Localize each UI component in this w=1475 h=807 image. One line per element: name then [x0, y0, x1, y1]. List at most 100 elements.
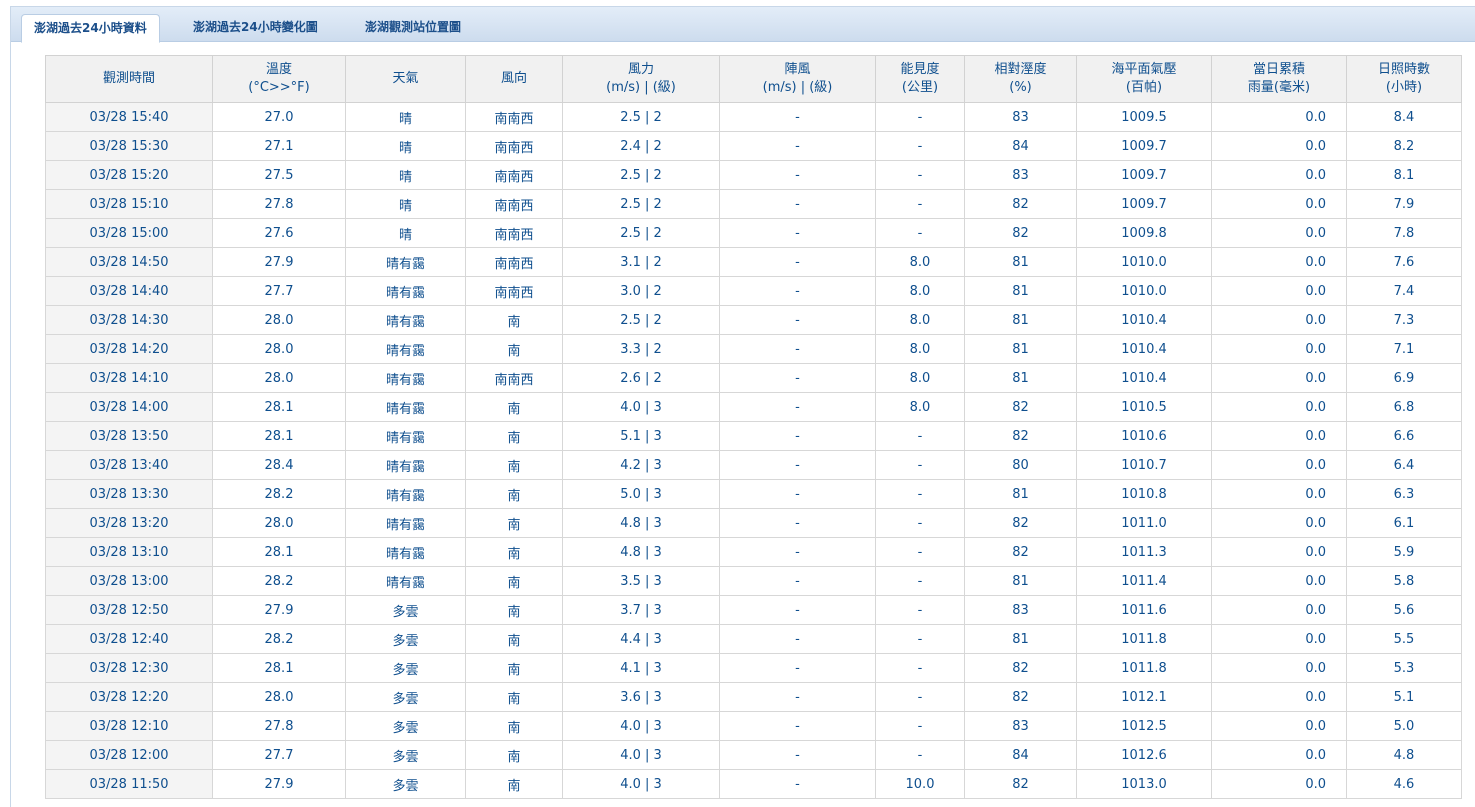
- cell-wind-direction: 南南西: [465, 247, 563, 277]
- cell-gust: -: [719, 740, 876, 770]
- cell-wind-direction: 南: [465, 566, 563, 596]
- cell-time: 03/28 15:40: [45, 102, 213, 132]
- cell-wind-force: 3.7 | 3: [562, 595, 720, 625]
- cell-rainfall: 0.0: [1211, 363, 1347, 393]
- cell-pressure: 1010.8: [1076, 479, 1212, 509]
- tab-past-24h-chart[interactable]: 澎湖過去24小時變化圖: [193, 14, 318, 41]
- cell-gust: -: [719, 247, 876, 277]
- cell-pressure: 1010.0: [1076, 276, 1212, 306]
- cell-wind-force: 4.0 | 3: [562, 769, 720, 799]
- cell-pressure: 1012.6: [1076, 740, 1212, 770]
- cell-weather: 晴: [345, 160, 466, 190]
- cell-humidity: 84: [964, 131, 1077, 161]
- column-header-weather: 天氣: [345, 55, 466, 103]
- cell-wind-force: 2.5 | 2: [562, 102, 720, 132]
- cell-sunshine: 6.8: [1346, 392, 1462, 422]
- cell-humidity: 81: [964, 363, 1077, 393]
- column-header-temperature[interactable]: 溫度 (°C>>°F): [212, 55, 346, 103]
- column-header-label: 相對溼度: [994, 62, 1047, 77]
- tab-past-24h-data[interactable]: 澎湖過去24小時資料: [21, 14, 160, 43]
- cell-weather: 多雲: [345, 653, 466, 683]
- cell-wind-force: 2.5 | 2: [562, 160, 720, 190]
- cell-temperature: 28.1: [212, 421, 346, 451]
- cell-time: 03/28 11:50: [45, 769, 213, 799]
- cell-pressure: 1010.4: [1076, 334, 1212, 364]
- cell-temperature: 28.2: [212, 566, 346, 596]
- column-header-unit: (m/s) | (級): [762, 80, 833, 95]
- table-row: 03/28 13:10 28.1 晴有靄南 4.8 | 3- -82 1011.3 0.0 5…: [45, 537, 1462, 567]
- cell-temperature: 28.0: [212, 682, 346, 712]
- cell-sunshine: 6.3: [1346, 479, 1462, 509]
- cell-wind-direction: 南南西: [465, 160, 563, 190]
- cell-wind-force: 2.4 | 2: [562, 131, 720, 161]
- cell-pressure: 1009.8: [1076, 218, 1212, 248]
- cell-wind-force: 4.2 | 3: [562, 450, 720, 480]
- cell-pressure: 1011.8: [1076, 653, 1212, 683]
- cell-sunshine: 7.8: [1346, 218, 1462, 248]
- cell-temperature: 27.6: [212, 218, 346, 248]
- cell-pressure: 1012.1: [1076, 682, 1212, 712]
- cell-wind-direction: 南: [465, 769, 563, 799]
- cell-time: 03/28 14:30: [45, 305, 213, 335]
- cell-time: 03/28 14:10: [45, 363, 213, 393]
- cell-visibility: -: [875, 508, 965, 538]
- cell-rainfall: 0.0: [1211, 392, 1347, 422]
- cell-weather: 晴有靄: [345, 247, 466, 277]
- table-row: 03/28 12:40 28.2 多雲南 4.4 | 3- -81 1011.8 0.0 5.…: [45, 624, 1462, 654]
- column-header-label: 天氣: [392, 71, 419, 86]
- column-header-gust: 陣風 (m/s) | (級): [719, 55, 876, 103]
- cell-humidity: 82: [964, 537, 1077, 567]
- cell-rainfall: 0.0: [1211, 711, 1347, 741]
- cell-humidity: 83: [964, 711, 1077, 741]
- cell-gust: -: [719, 653, 876, 683]
- cell-rainfall: 0.0: [1211, 595, 1347, 625]
- cell-sunshine: 8.2: [1346, 131, 1462, 161]
- cell-rainfall: 0.0: [1211, 740, 1347, 770]
- table-row: 03/28 12:30 28.1 多雲南 4.1 | 3- -82 1011.8 0.0 5.…: [45, 653, 1462, 683]
- table-row: 03/28 13:40 28.4 晴有靄南 4.2 | 3- -80 1010.7 0.0 6…: [45, 450, 1462, 480]
- cell-temperature: 27.8: [212, 189, 346, 219]
- table-row: 03/28 14:10 28.0 晴有靄 南南西 2.6 | 2-8.0 81 1010.4…: [45, 363, 1462, 393]
- cell-time: 03/28 12:00: [45, 740, 213, 770]
- cell-rainfall: 0.0: [1211, 682, 1347, 712]
- cell-time: 03/28 12:30: [45, 653, 213, 683]
- cell-time: 03/28 13:40: [45, 450, 213, 480]
- cell-gust: -: [719, 363, 876, 393]
- cell-wind-direction: 南南西: [465, 363, 563, 393]
- cell-time: 03/28 14:50: [45, 247, 213, 277]
- cell-pressure: 1011.0: [1076, 508, 1212, 538]
- cell-visibility: 8.0: [875, 305, 965, 335]
- cell-rainfall: 0.0: [1211, 131, 1347, 161]
- cell-humidity: 82: [964, 392, 1077, 422]
- cell-wind-force: 2.5 | 2: [562, 218, 720, 248]
- cell-weather: 晴有靄: [345, 363, 466, 393]
- cell-sunshine: 4.8: [1346, 740, 1462, 770]
- cell-wind-force: 4.8 | 3: [562, 508, 720, 538]
- cell-humidity: 81: [964, 247, 1077, 277]
- tab-station-location-map[interactable]: 澎湖觀測站位置圖: [365, 14, 461, 41]
- column-header-unit: (百帕): [1125, 80, 1163, 95]
- cell-wind-force: 4.1 | 3: [562, 653, 720, 683]
- cell-time: 03/28 14:40: [45, 276, 213, 306]
- cell-weather: 晴: [345, 131, 466, 161]
- cell-time: 03/28 13:30: [45, 479, 213, 509]
- cell-sunshine: 5.3: [1346, 653, 1462, 683]
- cell-time: 03/28 12:50: [45, 595, 213, 625]
- cell-weather: 晴有靄: [345, 305, 466, 335]
- tab-bar: 澎湖過去24小時資料 澎湖過去24小時變化圖 澎湖觀測站位置圖: [11, 7, 1475, 43]
- cell-weather: 晴有靄: [345, 392, 466, 422]
- cell-humidity: 81: [964, 479, 1077, 509]
- cell-sunshine: 5.1: [1346, 682, 1462, 712]
- cell-rainfall: 0.0: [1211, 769, 1347, 799]
- cell-time: 03/28 15:00: [45, 218, 213, 248]
- cell-humidity: 83: [964, 102, 1077, 132]
- cell-weather: 晴: [345, 102, 466, 132]
- table-row: 03/28 15:10 27.8 晴南南西 2.5 | 2- -82 1009.7 0.0 7…: [45, 189, 1462, 219]
- cell-wind-direction: 南: [465, 421, 563, 451]
- table-row: 03/28 13:50 28.1 晴有靄南 5.1 | 3- -82 1010.6 0.0 6…: [45, 421, 1462, 451]
- column-header-label: 當日累積: [1252, 62, 1305, 77]
- cell-temperature: 27.9: [212, 595, 346, 625]
- cell-weather: 晴有靄: [345, 479, 466, 509]
- cell-weather: 多雲: [345, 624, 466, 654]
- column-header-label: 能見度: [900, 62, 940, 77]
